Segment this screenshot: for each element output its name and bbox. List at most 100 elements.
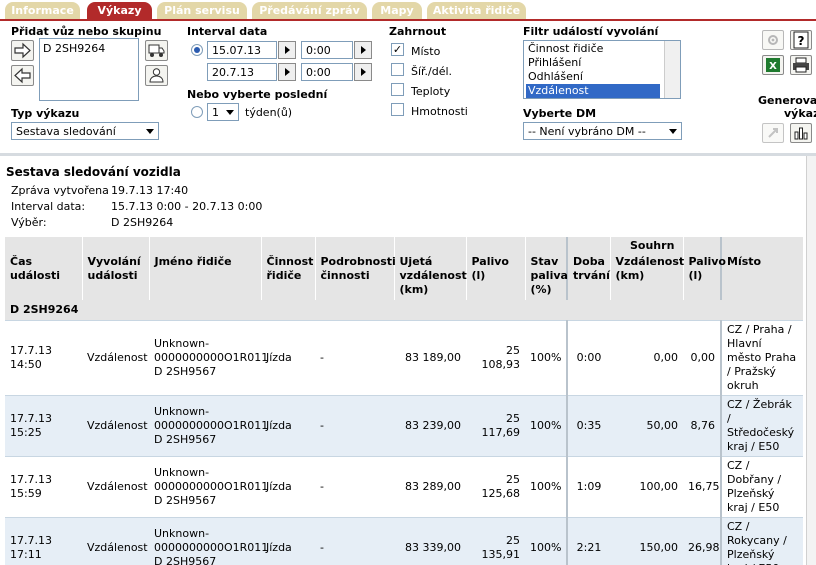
- cell-duration: 0:00: [566, 320, 610, 396]
- col-header-fuel-pct[interactable]: Stav paliva (%): [525, 237, 568, 300]
- to-time-value: 0:00: [306, 66, 331, 79]
- cell-distance: 83 189,00: [394, 320, 466, 396]
- col-header-distance[interactable]: Ujetá vzdálenost (km): [394, 237, 467, 300]
- report-scrollbar[interactable]: [806, 156, 816, 565]
- cell-fuel-pct: 100%: [525, 320, 567, 396]
- help-icon: ?: [793, 31, 809, 49]
- include-latlon-checkbox[interactable]: [391, 63, 404, 76]
- last-period-unit: týden(ů): [245, 106, 293, 119]
- cell-detail: -: [315, 517, 394, 565]
- driver-button[interactable]: [145, 65, 168, 86]
- col-header-fuel[interactable]: Palivo (l): [466, 237, 526, 300]
- cell-duration: 2:21: [566, 517, 610, 565]
- to-time-picker-button[interactable]: [354, 63, 372, 81]
- event-option-distance[interactable]: Vzdálenost: [526, 84, 660, 98]
- event-option-login[interactable]: Přihlášení: [526, 56, 660, 70]
- include-temperature-label: Teploty: [411, 85, 451, 98]
- vehicle-list-item[interactable]: D 2SH9264: [43, 42, 105, 55]
- settings-button[interactable]: [762, 30, 784, 50]
- col-header-activity[interactable]: Činnost řidiče: [261, 237, 316, 300]
- event-option-logout[interactable]: Odhlášení: [526, 70, 660, 84]
- table-row[interactable]: 17.7.13 15:59 Vzdálenost Unknown-0000000…: [5, 456, 803, 518]
- event-filter-scrollbar[interactable]: [664, 41, 680, 98]
- interval-radio[interactable]: [191, 44, 203, 56]
- event-option-driver-activity[interactable]: Činnost řidiče: [526, 42, 660, 56]
- cell-place: CZ / Dobřany / Plzeňský kraj / E50: [720, 456, 803, 518]
- col-header-place[interactable]: Místo: [720, 237, 804, 300]
- vehicle-listbox[interactable]: D 2SH9264: [39, 38, 139, 101]
- cell-activity: Jízda: [261, 395, 315, 457]
- last-period-radio[interactable]: [191, 106, 203, 118]
- svg-text:X: X: [769, 61, 777, 72]
- cell-summary-distance: 150,00: [610, 517, 683, 565]
- add-vehicle-button[interactable]: [11, 40, 34, 61]
- from-date-picker-button[interactable]: [278, 41, 296, 59]
- cell-fuel-pct: 100%: [525, 395, 567, 457]
- cell-driver: Unknown-0000000000O1R011 D 2SH9567: [149, 456, 268, 518]
- col-header-duration[interactable]: Souhrn Doba trvání: [566, 237, 674, 300]
- col-header-time[interactable]: Čas události: [5, 237, 83, 300]
- truck-icon: [148, 44, 165, 57]
- include-place-checkbox[interactable]: ✓: [391, 43, 404, 56]
- cell-summary-fuel: 26,98: [683, 517, 721, 565]
- from-time-input[interactable]: 0:00: [301, 41, 353, 59]
- report-type-value: Sestava sledování: [16, 125, 116, 138]
- truck-button[interactable]: [145, 40, 168, 61]
- remove-vehicle-button[interactable]: [11, 65, 34, 86]
- cell-detail: -: [315, 395, 394, 457]
- cell-distance: 83 239,00: [394, 395, 466, 457]
- cell-trigger: Vzdálenost: [82, 456, 149, 518]
- help-button[interactable]: ?: [790, 30, 812, 50]
- cell-summary-fuel: 0,00: [683, 320, 721, 396]
- col-header-driver[interactable]: Jméno řidiče: [149, 237, 262, 300]
- col-header-summary-fuel[interactable]: Palivo (l): [683, 237, 726, 300]
- cell-fuel-pct: 100%: [525, 456, 567, 518]
- report-table: Čas události Vyvolání události Jméno řid…: [5, 237, 804, 565]
- interval-label: Interval data: [187, 25, 268, 38]
- table-header-row: Čas události Vyvolání události Jméno řid…: [5, 237, 804, 300]
- table-row[interactable]: 17.7.13 17:11 Vzdálenost Unknown-0000000…: [5, 517, 803, 565]
- cell-place: CZ / Praha / Hlavní město Praha / Pražsk…: [720, 320, 803, 396]
- cell-activity: Jízda: [261, 320, 315, 396]
- cell-summary-fuel: 16,75: [683, 456, 721, 518]
- cell-fuel: 25 125,68: [466, 456, 525, 518]
- col-header-trigger[interactable]: Vyvolání události: [82, 237, 150, 300]
- dm-value: -- Není vybráno DM --: [528, 125, 646, 138]
- cell-duration: 0:35: [566, 395, 610, 457]
- include-temperature-checkbox[interactable]: [391, 83, 404, 96]
- meta-key-selection: Výběr:: [11, 216, 47, 229]
- col-header-duration-label: Doba trvání: [573, 255, 610, 282]
- refresh-button[interactable]: [762, 123, 784, 143]
- include-weight-checkbox[interactable]: [391, 103, 404, 116]
- printer-icon: [793, 57, 809, 73]
- table-row[interactable]: 17.7.13 15:25 Vzdálenost Unknown-0000000…: [5, 395, 803, 457]
- to-date-picker-button[interactable]: [278, 63, 296, 81]
- col-header-detail[interactable]: Podrobnosti činnosti: [315, 237, 396, 300]
- event-filter-listbox[interactable]: Činnost řidiče Přihlášení Odhlášení Vzdá…: [523, 40, 681, 99]
- cell-fuel-pct: 100%: [525, 517, 567, 565]
- group-label: D 2SH9264: [5, 300, 803, 321]
- table-row[interactable]: 17.7.13 14:50 Vzdálenost Unknown-0000000…: [5, 320, 803, 396]
- arrow-right-icon: [14, 42, 31, 59]
- dm-select[interactable]: -- Není vybráno DM --: [523, 122, 682, 140]
- gear-icon: [768, 35, 778, 45]
- cell-fuel: 25 108,93: [466, 320, 525, 396]
- event-filter-label: Filtr událostí vyvolání: [523, 25, 659, 38]
- generate-report-button[interactable]: [790, 123, 812, 143]
- print-button[interactable]: [790, 55, 812, 75]
- from-date-input[interactable]: 15.07.13: [207, 41, 277, 59]
- last-period-label: Nebo vyberte poslední: [187, 88, 328, 101]
- last-period-count-select[interactable]: 1: [207, 103, 239, 121]
- to-date-input[interactable]: 20.7.13: [207, 63, 277, 81]
- meta-key-created: Zpráva vytvořena: [11, 184, 109, 197]
- export-excel-button[interactable]: X: [762, 55, 784, 75]
- report-type-select[interactable]: Sestava sledování: [11, 122, 159, 140]
- to-time-input[interactable]: 0:00: [301, 63, 353, 81]
- cell-summary-fuel: 8,76: [683, 395, 721, 457]
- vehicle-group-label: Přidat vůz nebo skupinu: [11, 25, 162, 38]
- last-period-count-value: 1: [212, 106, 219, 119]
- group-row: D 2SH9264: [5, 300, 803, 321]
- from-time-picker-button[interactable]: [354, 41, 372, 59]
- include-place-label: Místo: [411, 45, 441, 58]
- meta-value-selection: D 2SH9264: [111, 216, 174, 229]
